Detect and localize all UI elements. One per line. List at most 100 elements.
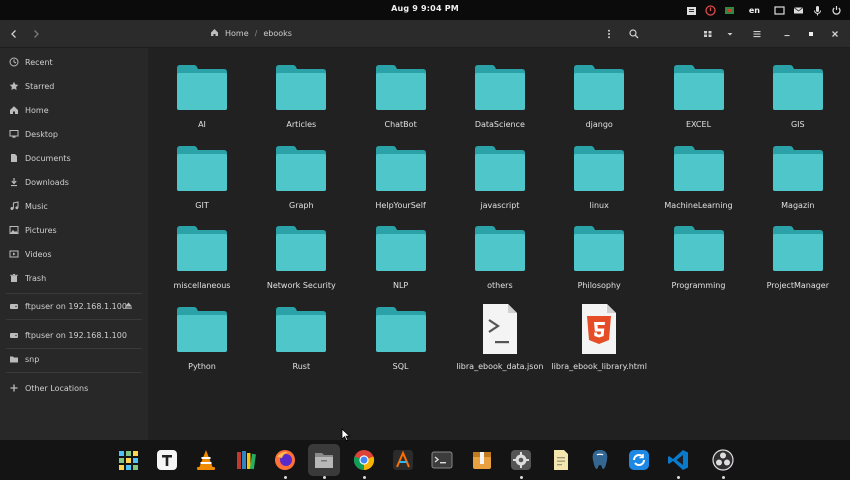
notes-icon[interactable]	[549, 448, 573, 472]
maximize-button[interactable]	[803, 26, 819, 42]
folder-item[interactable]: AI	[157, 50, 247, 129]
folder-icon	[474, 65, 525, 110]
sidebar-item-recent[interactable]: Recent	[0, 52, 148, 72]
mail-icon[interactable]	[792, 4, 804, 16]
sidebar-item-other-locations[interactable]: Other Locations	[0, 378, 148, 398]
sidebar-item-trash[interactable]: Trash	[0, 268, 148, 288]
typora-icon[interactable]	[155, 448, 179, 472]
file-item[interactable]: libra_ebook_data.json	[455, 292, 545, 371]
text-editor-a-icon[interactable]	[391, 448, 415, 472]
chevron-left-icon	[11, 30, 16, 38]
breadcrumb-ebooks[interactable]: ebooks	[263, 29, 292, 38]
sidebar-item-music[interactable]: Music	[0, 196, 148, 216]
sidebar-item-home[interactable]: Home	[0, 100, 148, 120]
screen-icon[interactable]	[773, 4, 785, 16]
folder-item[interactable]: others	[455, 211, 545, 290]
breadcrumb: Home / ebooks	[210, 28, 292, 39]
search-icon	[629, 29, 639, 39]
folder-item[interactable]: ProjectManager	[753, 211, 843, 290]
obs-icon[interactable]	[711, 448, 735, 472]
file-name-label: AI	[198, 120, 206, 129]
vscode-icon[interactable]	[666, 448, 690, 472]
folder-item[interactable]: HelpYourSelf	[356, 131, 446, 210]
network-drive-icon	[8, 301, 19, 312]
folder-item[interactable]: Graph	[256, 131, 346, 210]
sidebar-item-videos[interactable]: Videos	[0, 244, 148, 264]
file-name-label: Magazin	[781, 200, 815, 210]
folder-icon	[276, 306, 327, 352]
archive-manager-icon[interactable]	[470, 448, 494, 472]
folder-item[interactable]: ChatBot	[356, 50, 446, 129]
sidebar-divider	[6, 372, 142, 373]
chrome-icon[interactable]	[352, 448, 376, 472]
folder-item[interactable]: Rust	[256, 292, 346, 371]
sidebar-item-documents[interactable]: Documents	[0, 148, 148, 168]
folder-item[interactable]: django	[554, 50, 644, 129]
folder-item[interactable]: GIT	[157, 131, 247, 210]
chevron-right-icon	[34, 30, 39, 38]
home-icon	[210, 28, 219, 39]
settings-icon[interactable]	[509, 448, 533, 472]
microphone-icon[interactable]	[811, 4, 823, 16]
folder-item[interactable]: EXCEL	[654, 50, 744, 129]
folder-icon	[8, 354, 19, 365]
folder-item[interactable]: GIS	[753, 50, 843, 129]
trash-icon	[8, 273, 19, 284]
path-menu-button[interactable]	[601, 26, 617, 42]
folder-icon	[673, 145, 724, 191]
sidebar-item-label: Other Locations	[25, 383, 89, 393]
language-indicator[interactable]: en	[749, 6, 760, 15]
firefox-icon[interactable]	[273, 448, 297, 472]
folder-icon	[574, 65, 625, 110]
sidebar-item-downloads[interactable]: Downloads	[0, 172, 148, 192]
system-tray: en	[686, 3, 842, 17]
pgadmin-icon[interactable]	[588, 448, 612, 472]
forward-button[interactable]	[28, 26, 44, 42]
sync-icon[interactable]	[627, 448, 651, 472]
folder-item[interactable]: NLP	[356, 211, 446, 290]
folder-icon	[673, 226, 724, 271]
folder-item[interactable]: SQL	[356, 292, 446, 371]
folder-item[interactable]: DataScience	[455, 50, 545, 129]
sidebar-item-ftp-2[interactable]: ftpuser on 192.168.1.100	[0, 325, 148, 345]
folder-item[interactable]: javascript	[455, 131, 545, 210]
vlc-icon[interactable]	[194, 448, 218, 472]
view-toggle-button[interactable]	[700, 26, 716, 42]
script-file-icon	[482, 303, 517, 354]
sidebar-item-ftp-1[interactable]: ftpuser on 192.168.1.100	[0, 296, 148, 316]
sidebar-item-label: Trash	[25, 273, 47, 283]
folder-item[interactable]: Magazin	[753, 131, 843, 210]
folder-item[interactable]: Philosophy	[554, 211, 644, 290]
sidebar-item-snp[interactable]: snp	[0, 349, 148, 369]
file-item[interactable]: libra_ebook_library.html	[551, 292, 647, 371]
breadcrumb-home[interactable]: Home	[225, 29, 249, 38]
folder-item[interactable]: Network Security	[256, 211, 346, 290]
files-icon[interactable]	[308, 444, 340, 476]
power-icon[interactable]	[830, 4, 842, 16]
folder-item[interactable]: linux	[554, 131, 644, 210]
close-button[interactable]	[827, 26, 843, 42]
folder-item[interactable]: Articles	[256, 50, 346, 129]
terminal-icon[interactable]	[430, 448, 454, 472]
folder-item[interactable]: Python	[157, 292, 247, 371]
sidebar-item-starred[interactable]: Starred	[0, 76, 148, 96]
folder-item[interactable]: miscellaneous	[157, 211, 247, 290]
minimize-button[interactable]	[779, 26, 795, 42]
eject-icon[interactable]	[124, 301, 134, 311]
app-grid-icon[interactable]	[116, 448, 140, 472]
sidebar-item-pictures[interactable]: Pictures	[0, 220, 148, 240]
desktop-icon	[8, 129, 19, 140]
back-button[interactable]	[6, 26, 22, 42]
folder-item[interactable]: MachineLearning	[654, 131, 744, 210]
view-options-button[interactable]	[722, 26, 738, 42]
sidebar-item-label: Home	[25, 105, 49, 115]
clipboard-icon[interactable]	[686, 4, 698, 16]
main-menu-button[interactable]	[749, 26, 765, 42]
bookshelf-icon[interactable]	[234, 448, 258, 472]
search-button[interactable]	[626, 26, 642, 42]
sidebar-item-desktop[interactable]: Desktop	[0, 124, 148, 144]
mouse-pointer-icon	[341, 428, 351, 442]
vpn-icon[interactable]	[705, 4, 717, 16]
flag-icon[interactable]	[724, 4, 736, 16]
folder-item[interactable]: Programming	[654, 211, 744, 290]
